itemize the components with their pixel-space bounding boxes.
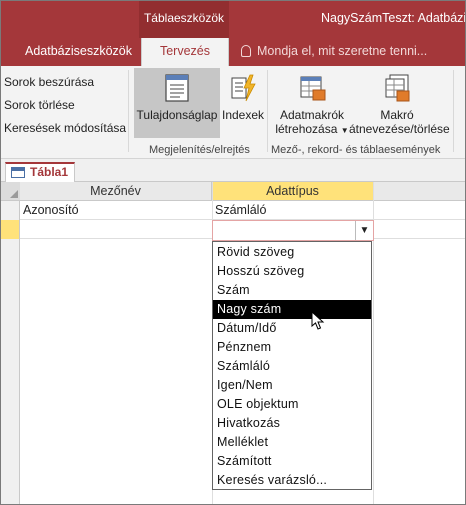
ribbon-tabs: Adatbáziseszközök Tervezés Mondja el, mi…: [1, 38, 465, 66]
tab-database-tools[interactable]: Adatbáziseszközök: [25, 38, 132, 66]
tab-design[interactable]: Tervezés: [141, 38, 229, 66]
document-tab-label: Tábla1: [30, 165, 69, 179]
dropdown-option[interactable]: Igen/Nem: [213, 376, 371, 395]
row-selector-current[interactable]: [1, 220, 20, 239]
row-selector[interactable]: [1, 201, 20, 220]
table-tools-context-label: Táblaeszközök: [139, 1, 229, 38]
data-type-cell[interactable]: Számláló: [212, 201, 374, 220]
create-data-macros-button[interactable]: Adatmakrók létrehozása ▼: [273, 68, 351, 138]
column-header-data-type[interactable]: Adattípus: [212, 182, 374, 201]
field-name-cell[interactable]: Azonosító: [20, 201, 212, 220]
rename-delete-macro-label-1: Makró: [380, 108, 414, 122]
table-icon: [11, 167, 25, 178]
access-window: Táblaeszközök NagySzámTeszt: Adatbázis A…: [0, 0, 466, 505]
property-sheet-icon: [165, 74, 189, 102]
rename-delete-macro-button[interactable]: Makró átnevezése/törlése: [349, 68, 450, 138]
data-type-dropdown-list[interactable]: Rövid szöveg Hosszú szöveg Szám Nagy szá…: [212, 241, 372, 490]
group-label-show-hide: Megjelenítés/elrejtés: [149, 144, 250, 156]
rename-delete-macro-label-2: átnevezése/törlése: [349, 122, 450, 136]
group-label-field-record-table-events: Mező-, rekord- és táblaesemények: [271, 144, 441, 156]
document-tabs: Tábla1: [1, 159, 465, 182]
delete-rows-button[interactable]: Sorok törlése: [4, 98, 75, 112]
chevron-down-icon[interactable]: ▼: [355, 221, 373, 240]
dropdown-option[interactable]: Szám: [213, 281, 371, 300]
document-tab-table1[interactable]: Tábla1: [5, 162, 75, 182]
table-row[interactable]: Azonosító Számláló: [1, 201, 465, 220]
property-sheet-button[interactable]: Tulajdonságlap: [134, 68, 220, 138]
field-name-cell[interactable]: [20, 220, 212, 239]
indexes-icon: [231, 74, 256, 102]
lightbulb-icon: [241, 45, 251, 57]
dropdown-option[interactable]: Rövid szöveg: [213, 243, 371, 262]
dropdown-option[interactable]: Hivatkozás: [213, 414, 371, 433]
table-design-grid: Mezőnév Adattípus Azonosító Számláló ▼ R…: [1, 182, 465, 504]
ribbon-separator: [128, 70, 129, 152]
data-type-combobox[interactable]: ▼: [212, 220, 374, 241]
ribbon-separator: [267, 70, 268, 152]
dropdown-option[interactable]: Dátum/Idő: [213, 319, 371, 338]
data-macro-icon: [300, 76, 326, 101]
dropdown-option-selected[interactable]: Nagy szám: [213, 300, 371, 319]
ribbon: Sorok beszúrása Sorok törlése Keresések …: [1, 66, 465, 159]
dropdown-option[interactable]: Melléklet: [213, 433, 371, 452]
dropdown-option[interactable]: Számláló: [213, 357, 371, 376]
mouse-pointer-icon: [311, 311, 325, 330]
property-sheet-label: Tulajdonságlap: [136, 108, 218, 122]
ribbon-separator: [453, 70, 454, 152]
insert-rows-button[interactable]: Sorok beszúrása: [4, 75, 94, 89]
rename-macro-icon: [385, 74, 410, 102]
column-header-description[interactable]: [374, 182, 465, 201]
title-bar: Táblaeszközök NagySzámTeszt: Adatbázis: [1, 1, 466, 38]
indexes-label: Indexek: [221, 108, 265, 122]
tell-me-placeholder: Mondja el, mit szeretne tenni...: [257, 44, 428, 58]
dropdown-caret-icon: ▼: [340, 126, 349, 135]
column-header-field-name[interactable]: Mezőnév: [20, 182, 212, 201]
tell-me-box[interactable]: Mondja el, mit szeretne tenni...: [241, 38, 427, 66]
dropdown-option[interactable]: Keresés varázsló...: [213, 471, 371, 490]
create-data-macros-label-2: létrehozása: [275, 122, 338, 136]
indexes-button[interactable]: Indexek: [221, 68, 265, 138]
dropdown-option[interactable]: OLE objektum: [213, 395, 371, 414]
dropdown-option[interactable]: Pénznem: [213, 338, 371, 357]
modify-lookups-button[interactable]: Keresések módosítása: [4, 121, 126, 135]
create-data-macros-label-1: Adatmakrók: [279, 108, 345, 122]
dropdown-option[interactable]: Számított: [213, 452, 371, 471]
dropdown-option[interactable]: Hosszú szöveg: [213, 262, 371, 281]
select-all-corner[interactable]: [1, 182, 20, 201]
app-title: NagySzámTeszt: Adatbázis: [321, 11, 466, 25]
